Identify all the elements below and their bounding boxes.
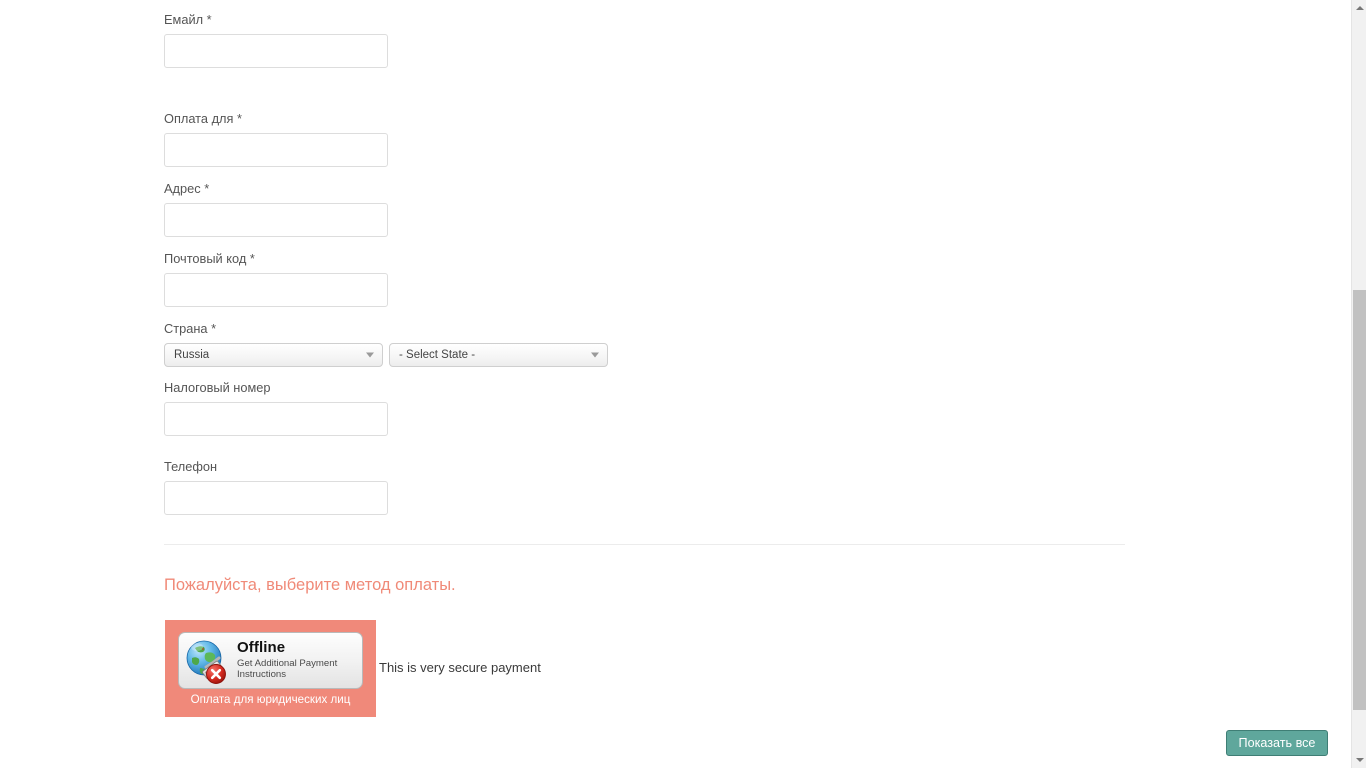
- show-all-button[interactable]: Показать все: [1226, 730, 1328, 756]
- input-tax-number[interactable]: [164, 402, 388, 436]
- label-phone-text: Телефон: [164, 459, 218, 474]
- required-marker-address: *: [204, 181, 210, 196]
- scrollbar-down-arrow-icon[interactable]: [1352, 752, 1366, 768]
- field-group-country: Страна * Russia - Select State -: [164, 321, 608, 367]
- field-group-address: Адрес *: [164, 181, 388, 237]
- label-country-text: Страна: [164, 321, 208, 336]
- label-address: Адрес *: [164, 181, 388, 197]
- input-email[interactable]: [164, 34, 388, 68]
- field-group-tax-number: Налоговый номер: [164, 380, 388, 436]
- label-tax-number-text: Налоговый номер: [164, 380, 271, 395]
- input-payment-for[interactable]: [164, 133, 388, 167]
- chevron-down-icon-country: [366, 352, 374, 358]
- page-canvas: Емайл * Оплата для * Адрес * Почтовый ко…: [0, 0, 1351, 768]
- field-group-phone: Телефон: [164, 459, 388, 515]
- globe-offline-error-icon: [183, 636, 235, 686]
- payment-method-error-message: Пожалуйста, выберите метод оплаты.: [164, 576, 456, 594]
- chevron-down-icon: [1355, 758, 1364, 762]
- required-marker-payment-for: *: [237, 111, 242, 126]
- country-state-select-row: Russia - Select State -: [164, 343, 608, 367]
- required-marker-postal-code: *: [249, 251, 255, 266]
- label-email-text: Емайл: [164, 12, 204, 27]
- label-tax-number: Налоговый номер: [164, 380, 388, 396]
- select-country[interactable]: Russia: [164, 343, 383, 367]
- label-address-text: Адрес: [164, 181, 201, 196]
- field-group-email: Емайл *: [164, 12, 388, 68]
- payment-method-text: Offline Get Additional Payment Instructi…: [237, 640, 337, 681]
- payment-method-subtitle-line1: Get Additional Payment: [237, 657, 338, 669]
- chevron-down-icon-state: [591, 352, 599, 358]
- input-address[interactable]: [164, 203, 388, 237]
- label-postal-code-text: Почтовый код: [164, 251, 247, 266]
- select-state-value: - Select State -: [399, 349, 476, 361]
- select-country-value: Russia: [174, 349, 210, 361]
- section-divider: [164, 544, 1125, 545]
- vertical-scrollbar[interactable]: [1351, 0, 1366, 768]
- input-phone[interactable]: [164, 481, 388, 515]
- payment-method-caption: Оплата для юридических лиц: [190, 693, 351, 706]
- payment-method-title: Offline: [237, 639, 286, 657]
- scrollbar-up-arrow-icon[interactable]: [1352, 0, 1366, 16]
- payment-method-card[interactable]: Offline Get Additional Payment Instructi…: [178, 632, 363, 689]
- select-state[interactable]: - Select State -: [389, 343, 608, 367]
- label-payment-for-text: Оплата для: [164, 111, 234, 126]
- label-payment-for: Оплата для *: [164, 111, 388, 127]
- field-group-postal-code: Почтовый код *: [164, 251, 388, 307]
- label-country: Страна *: [164, 321, 608, 337]
- required-marker-country: *: [211, 321, 217, 336]
- input-postal-code[interactable]: [164, 273, 388, 307]
- chevron-up-icon: [1355, 6, 1364, 10]
- field-group-payment-for: Оплата для *: [164, 111, 388, 167]
- label-email: Емайл *: [164, 12, 388, 28]
- label-phone: Телефон: [164, 459, 388, 475]
- label-postal-code: Почтовый код *: [164, 251, 388, 267]
- scrollbar-thumb[interactable]: [1353, 290, 1366, 710]
- required-marker-email: *: [206, 12, 212, 27]
- secure-payment-note: This is very secure payment: [379, 660, 541, 675]
- payment-method-subtitle-line2: Instructions: [237, 669, 287, 681]
- payment-method-option-offline[interactable]: Offline Get Additional Payment Instructi…: [165, 620, 376, 717]
